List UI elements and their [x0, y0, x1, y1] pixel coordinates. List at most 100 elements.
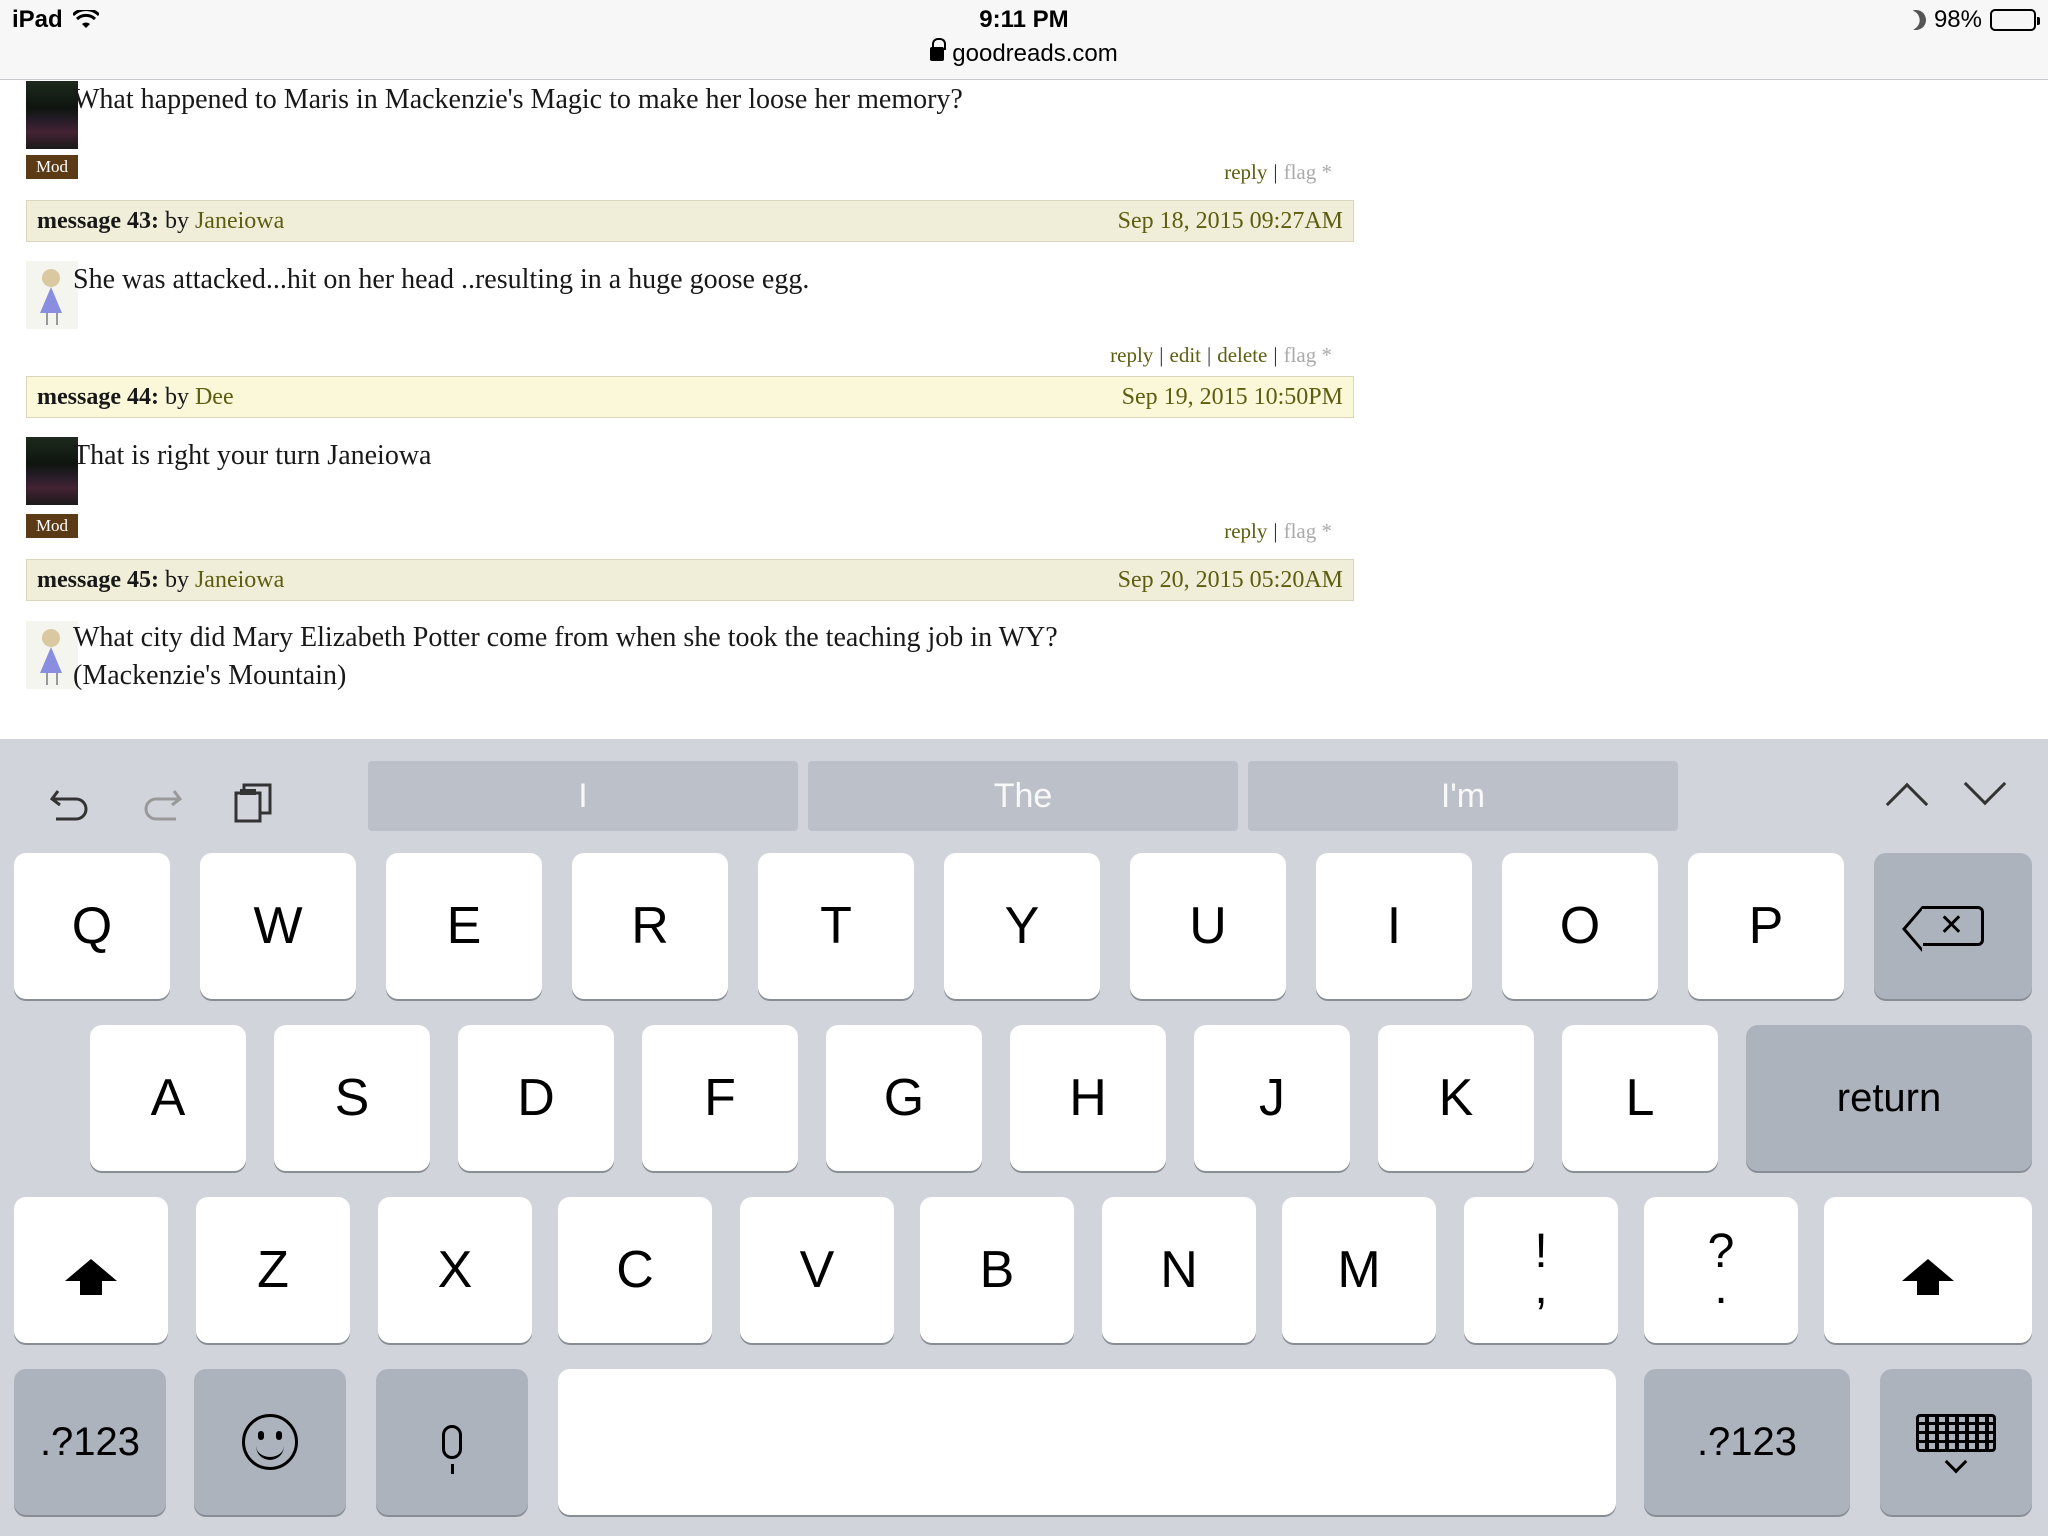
message-number: message 43:: [37, 208, 159, 234]
reply-link[interactable]: reply: [1224, 519, 1267, 543]
author-link[interactable]: Janeiowa: [195, 208, 284, 234]
author-link[interactable]: Dee: [195, 384, 234, 410]
avatar[interactable]: [26, 81, 78, 149]
reply-link[interactable]: reply: [1224, 160, 1267, 184]
message-number: message 44:: [37, 384, 159, 410]
key-n[interactable]: N: [1102, 1197, 1256, 1343]
numbers-key-right[interactable]: .?123: [1644, 1369, 1850, 1515]
emoji-key[interactable]: [194, 1369, 346, 1515]
key-bottom-char: .: [1714, 1261, 1728, 1314]
key-t[interactable]: T: [758, 853, 914, 999]
battery-percent: 98%: [1933, 6, 1982, 33]
shift-icon: [65, 1259, 117, 1295]
message-header: message 43: by Janeiowa Sep 18, 2015 09:…: [26, 200, 1354, 242]
by-label: by: [164, 567, 189, 593]
key-s[interactable]: S: [274, 1025, 430, 1171]
suggestion-1[interactable]: I: [368, 761, 798, 831]
message-date[interactable]: Sep 18, 2015 09:27AM: [1118, 201, 1343, 241]
return-key[interactable]: return: [1746, 1025, 2032, 1171]
key-f[interactable]: F: [642, 1025, 798, 1171]
post-text: She was attacked...hit on her head ..res…: [73, 264, 810, 295]
message-header: message 45: by Janeiowa Sep 20, 2015 05:…: [26, 559, 1354, 601]
mod-badge: Mod: [26, 514, 78, 538]
backspace-icon: ✕: [1902, 906, 1984, 952]
key-o[interactable]: O: [1502, 853, 1658, 999]
by-label: by: [164, 208, 189, 234]
key-g[interactable]: G: [826, 1025, 982, 1171]
lock-icon: [930, 38, 947, 61]
undo-icon[interactable]: [48, 779, 92, 823]
message-date[interactable]: Sep 19, 2015 10:50PM: [1122, 377, 1343, 417]
url-text: goodreads.com: [952, 40, 1118, 67]
post-actions: reply | edit | delete | flag *: [1110, 343, 1332, 367]
key-u[interactable]: U: [1130, 853, 1286, 999]
address-bar[interactable]: goodreads.com: [0, 38, 2048, 68]
reply-link[interactable]: reply: [1110, 343, 1153, 367]
key-q[interactable]: Q: [14, 853, 170, 999]
post-text: What happened to Maris in Mackenzie's Ma…: [73, 84, 963, 115]
battery-icon: [1990, 9, 2040, 31]
key-d[interactable]: D: [458, 1025, 614, 1171]
flag-link[interactable]: flag *: [1284, 519, 1332, 543]
avatar[interactable]: [26, 437, 78, 505]
key-h[interactable]: H: [1010, 1025, 1166, 1171]
flag-link[interactable]: flag *: [1284, 343, 1332, 367]
message-header: message 44: by Dee Sep 19, 2015 10:50PM: [26, 376, 1354, 418]
dictation-key[interactable]: [376, 1369, 528, 1515]
key-j[interactable]: J: [1194, 1025, 1350, 1171]
chevron-down-icon[interactable]: [1963, 762, 2007, 806]
key-b[interactable]: B: [920, 1197, 1074, 1343]
suggestion-2[interactable]: The: [808, 761, 1238, 831]
post-actions: reply | flag *: [1224, 160, 1332, 184]
key-m[interactable]: M: [1282, 1197, 1436, 1343]
post-text: That is right your turn Janeiowa: [73, 440, 432, 471]
key-x[interactable]: X: [378, 1197, 532, 1343]
do-not-disturb-icon: [1903, 7, 1929, 33]
shift-icon: [1902, 1259, 1954, 1295]
key-z[interactable]: Z: [196, 1197, 350, 1343]
suggestion-3[interactable]: I'm: [1248, 761, 1678, 831]
avatar[interactable]: [26, 261, 78, 329]
hide-keyboard-key[interactable]: [1880, 1369, 2032, 1515]
chevron-up-icon[interactable]: [1885, 782, 1929, 826]
key-p[interactable]: P: [1688, 853, 1844, 999]
status-bar: iPad 9:11 PM goodreads.com 98%: [0, 0, 2048, 80]
microphone-icon: [442, 1425, 462, 1474]
shift-key-right[interactable]: [1824, 1197, 2032, 1343]
message-number: message 45:: [37, 567, 159, 593]
key-exclamation-comma[interactable]: !,: [1464, 1197, 1618, 1343]
edit-link[interactable]: edit: [1170, 343, 1202, 367]
key-bottom-char: ,: [1534, 1261, 1548, 1314]
backspace-key[interactable]: ✕: [1874, 853, 2032, 999]
space-bar[interactable]: [558, 1369, 1616, 1515]
status-right: 98%: [1903, 6, 2040, 34]
mod-badge: Mod: [26, 155, 78, 179]
key-a[interactable]: A: [90, 1025, 246, 1171]
shift-key-left[interactable]: [14, 1197, 168, 1343]
emoji-icon: [242, 1414, 298, 1470]
keyboard-hide-icon: [1916, 1414, 1996, 1474]
key-c[interactable]: C: [558, 1197, 712, 1343]
flag-link[interactable]: flag *: [1284, 160, 1332, 184]
shortcut-bar: I The I'm: [0, 739, 2048, 843]
avatar[interactable]: [26, 621, 78, 689]
key-i[interactable]: I: [1316, 853, 1472, 999]
key-w[interactable]: W: [200, 853, 356, 999]
redo-icon[interactable]: [140, 779, 184, 823]
numbers-key-left[interactable]: .?123: [14, 1369, 166, 1515]
key-l[interactable]: L: [1562, 1025, 1718, 1171]
post-actions: reply | flag *: [1224, 519, 1332, 543]
paste-icon[interactable]: [232, 779, 276, 823]
key-question-period[interactable]: ?.: [1644, 1197, 1798, 1343]
key-r[interactable]: R: [572, 853, 728, 999]
message-date[interactable]: Sep 20, 2015 05:20AM: [1118, 560, 1343, 600]
key-v[interactable]: V: [740, 1197, 894, 1343]
key-y[interactable]: Y: [944, 853, 1100, 999]
key-k[interactable]: K: [1378, 1025, 1534, 1171]
onscreen-keyboard: I The I'm Q W E R T Y U I O P ✕ A S D F …: [0, 739, 2048, 1536]
post-text-line: (Mackenzie's Mountain): [73, 660, 347, 691]
author-link[interactable]: Janeiowa: [195, 567, 284, 593]
post-text: What city did Mary Elizabeth Potter come…: [73, 619, 1058, 695]
key-e[interactable]: E: [386, 853, 542, 999]
delete-link[interactable]: delete: [1217, 343, 1267, 367]
